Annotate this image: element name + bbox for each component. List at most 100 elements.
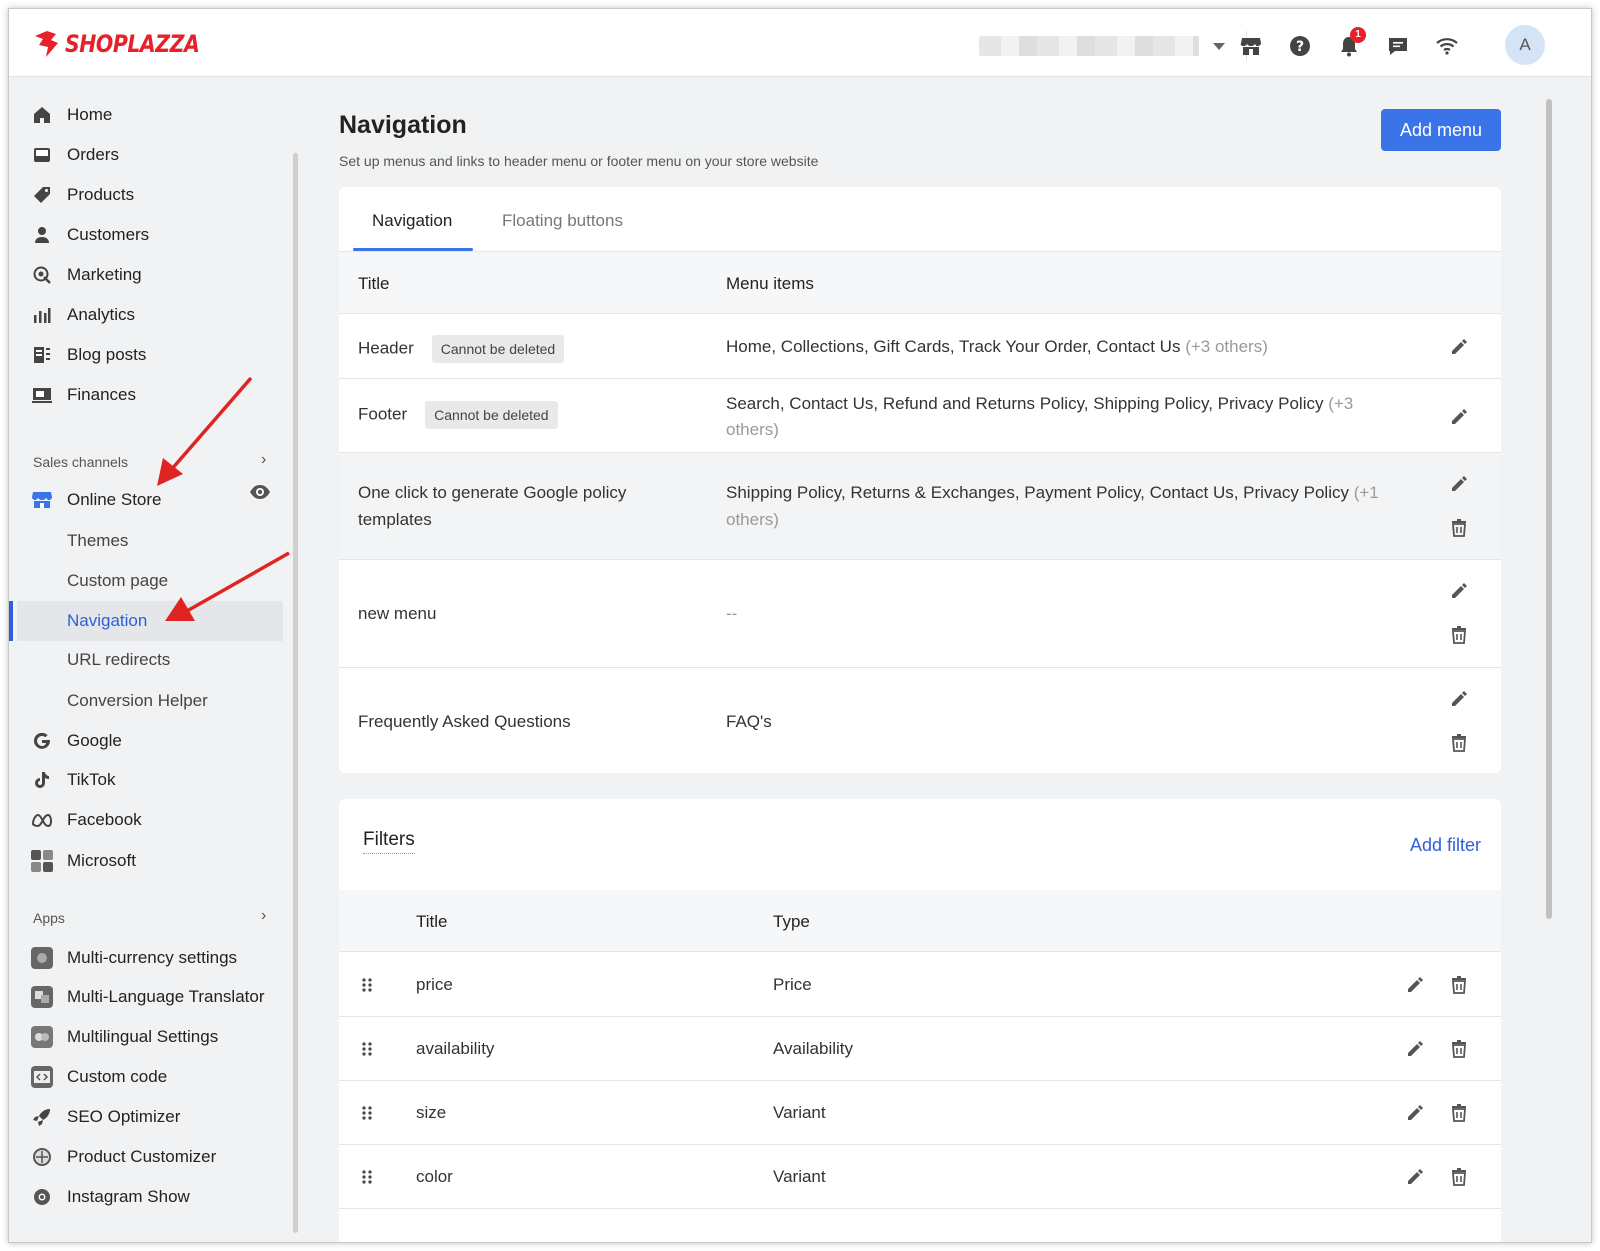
sidebar-item-orders[interactable]: Orders (9, 135, 289, 175)
menu-items-extra: (+3 others) (1185, 337, 1268, 356)
blog-icon (31, 344, 53, 366)
menus-table-header: Title Menu items (339, 252, 1501, 314)
microsoft-icon (31, 850, 53, 872)
edit-icon[interactable] (1449, 474, 1469, 494)
sidebar-item-seo-optimizer[interactable]: SEO Optimizer (9, 1097, 289, 1137)
cannot-delete-badge: Cannot be deleted (431, 335, 565, 363)
trash-icon[interactable] (1449, 625, 1469, 645)
sidebar-item-facebook[interactable]: Facebook (9, 800, 289, 840)
sidebar-item-instagram-show[interactable]: Instagram Show (9, 1177, 289, 1217)
wifi-icon[interactable] (1434, 33, 1460, 59)
rocket-icon (31, 1106, 53, 1128)
sidebar-item-microsoft[interactable]: Microsoft (9, 841, 289, 881)
drag-handle-icon[interactable] (361, 977, 373, 993)
sidebar-item-home[interactable]: Home (9, 95, 289, 135)
trash-icon[interactable] (1449, 975, 1469, 995)
sidebar-item-online-store[interactable]: Online Store (9, 480, 289, 520)
sidebar-item-blog-posts[interactable]: Blog posts (9, 335, 289, 375)
column-header-title: Title (416, 912, 448, 931)
sidebar-item-label: Multi-currency settings (67, 948, 238, 967)
menu-title-cell: Footer Cannot be deleted (358, 401, 558, 429)
column-header-title: Title (358, 274, 390, 293)
shoplazza-logo-icon (35, 31, 58, 57)
column-header-type: Type (773, 912, 810, 931)
menu-items-cell: Shipping Policy, Returns & Exchanges, Pa… (726, 479, 1386, 533)
avatar[interactable]: A (1505, 25, 1545, 65)
sidebar-item-product-customizer[interactable]: Product Customizer (9, 1137, 289, 1177)
add-filter-link[interactable]: Add filter (1410, 835, 1481, 856)
drag-handle-icon[interactable] (361, 1105, 373, 1121)
sidebar-item-tiktok[interactable]: TikTok (9, 760, 289, 800)
filters-title: Filters (363, 829, 415, 854)
sidebar-item-marketing[interactable]: Marketing (9, 255, 289, 295)
trash-icon[interactable] (1449, 1167, 1469, 1187)
add-menu-button[interactable]: Add menu (1381, 109, 1501, 151)
sidebar-item-google[interactable]: Google (9, 721, 289, 761)
scrollbar-thumb[interactable] (1546, 99, 1552, 919)
sidebar-item-label: Navigation (67, 611, 148, 630)
sidebar-item-label: Themes (67, 531, 129, 550)
sidebar-item-label: Product Customizer (67, 1147, 217, 1166)
app-window: SHOPLAZZA ? 1 A Home Orders Products Cus… (8, 8, 1592, 1243)
trash-icon[interactable] (1449, 733, 1469, 753)
chevron-down-icon (1213, 42, 1225, 50)
store-selector[interactable] (979, 35, 1229, 57)
drag-handle-icon[interactable] (361, 1041, 373, 1057)
sidebar-item-label: Blog posts (67, 345, 147, 364)
sidebar-item-finances[interactable]: Finances (9, 375, 289, 415)
trash-icon[interactable] (1449, 518, 1469, 538)
store-icon[interactable] (1238, 33, 1264, 59)
sidebar-item-navigation[interactable]: Navigation (17, 601, 283, 641)
sidebar-scrollbar[interactable] (293, 153, 298, 1233)
sidebar-item-custom-page[interactable]: Custom page (9, 561, 289, 601)
edit-icon[interactable] (1405, 1039, 1425, 1059)
edit-icon[interactable] (1405, 1103, 1425, 1123)
edit-icon[interactable] (1449, 407, 1469, 427)
bell-icon[interactable]: 1 (1336, 27, 1366, 59)
sidebar-item-themes[interactable]: Themes (9, 521, 289, 561)
edit-icon[interactable] (1449, 581, 1469, 601)
sidebar-item-label: SEO Optimizer (67, 1107, 181, 1126)
table-row[interactable]: One click to generate Google policy temp… (339, 453, 1501, 560)
sidebar-item-products[interactable]: Products (9, 175, 289, 215)
eye-icon[interactable] (249, 484, 271, 500)
sidebar-item-multi-currency[interactable]: Multi-currency settings (9, 938, 289, 978)
table-row[interactable]: price Price (339, 953, 1501, 1017)
sidebar-item-conversion-helper[interactable]: Conversion Helper (9, 681, 289, 721)
menu-title: Header (358, 338, 414, 358)
marketing-icon (31, 264, 53, 286)
chevron-right-icon[interactable]: › (261, 907, 266, 925)
trash-icon[interactable] (1449, 1039, 1469, 1059)
shoplazza-logo[interactable]: SHOPLAZZA (33, 29, 223, 59)
page-scrollbar[interactable] (1544, 89, 1554, 1229)
table-row[interactable]: Frequently Asked Questions FAQ's (339, 668, 1501, 773)
sidebar-item-analytics[interactable]: Analytics (9, 295, 289, 335)
drag-handle-icon[interactable] (361, 1169, 373, 1185)
tab-floating-buttons[interactable]: Floating buttons (502, 211, 623, 231)
notification-badge: 1 (1350, 27, 1366, 43)
chevron-right-icon[interactable]: › (261, 451, 266, 469)
sidebar-item-multi-language-translator[interactable]: Multi-Language Translator (9, 977, 289, 1017)
table-row[interactable]: availability Availability (339, 1017, 1501, 1081)
table-row[interactable]: size Variant (339, 1081, 1501, 1145)
sidebar-item-label: TikTok (67, 770, 116, 789)
edit-icon[interactable] (1449, 689, 1469, 709)
help-icon[interactable]: ? (1287, 33, 1313, 59)
table-row[interactable]: new menu -- (339, 560, 1501, 668)
filter-type: Variant (773, 1167, 826, 1186)
edit-icon[interactable] (1405, 1167, 1425, 1187)
table-row[interactable]: color Variant (339, 1145, 1501, 1209)
sidebar-item-label: Facebook (67, 810, 142, 829)
edit-icon[interactable] (1405, 975, 1425, 995)
table-row[interactable]: Header Cannot be deleted Home, Collection… (339, 315, 1501, 379)
sidebar-item-label: Custom code (67, 1067, 168, 1086)
tab-navigation[interactable]: Navigation (372, 211, 452, 231)
edit-icon[interactable] (1449, 337, 1469, 357)
sidebar-item-customers[interactable]: Customers (9, 215, 289, 255)
sidebar-item-multilingual-settings[interactable]: Multilingual Settings (9, 1017, 289, 1057)
sidebar-item-url-redirects[interactable]: URL redirects (9, 640, 289, 680)
chat-icon[interactable] (1385, 33, 1411, 59)
table-row[interactable]: Footer Cannot be deleted Search, Contact … (339, 379, 1501, 453)
trash-icon[interactable] (1449, 1103, 1469, 1123)
sidebar-item-custom-code[interactable]: Custom code (9, 1057, 289, 1097)
